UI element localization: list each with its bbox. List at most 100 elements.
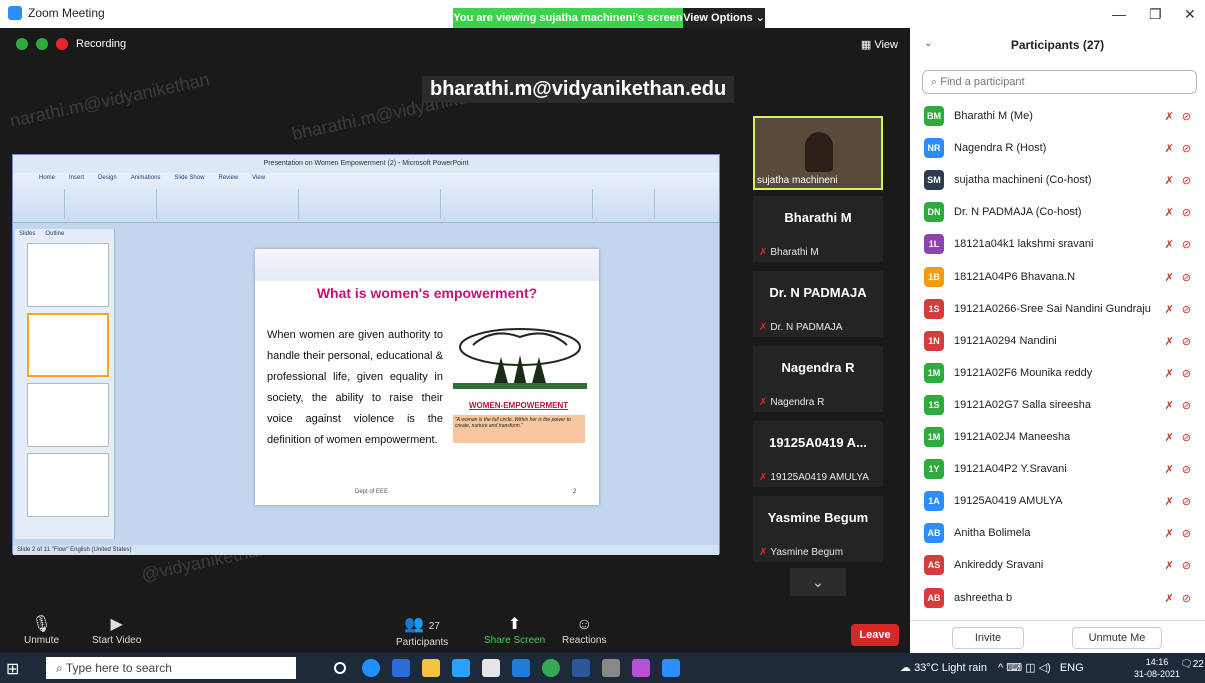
unmute-button[interactable]: 🎙 Unmute xyxy=(24,615,59,646)
unmute-me-button[interactable]: Unmute Me xyxy=(1072,627,1162,649)
minimize-icon[interactable]: — xyxy=(1112,6,1126,22)
leave-button[interactable]: Leave xyxy=(851,624,899,646)
video-tile[interactable]: Bharathi M ✗ Bharathi M xyxy=(753,196,883,262)
participant-row[interactable]: 1S 19121A0266-Sree Sai Nandini Gundraju ✗ ⊘ xyxy=(910,293,1205,325)
close-icon[interactable]: ✕ xyxy=(1184,6,1196,23)
view-options-button[interactable]: View Options ⌄ xyxy=(683,8,765,28)
outline-tab[interactable]: Outline xyxy=(45,231,64,237)
participant-row[interactable]: 1M 19121A02J4 Maneesha ✗ ⊘ xyxy=(910,421,1205,453)
ppt-workspace: Slides Outline What is women's empowerme… xyxy=(13,225,719,545)
participant-name: 19121A02J4 Maneesha xyxy=(954,431,1071,443)
reactions-button[interactable]: ☺ Reactions xyxy=(562,615,606,646)
taskbar-search-placeholder: Type here to search xyxy=(65,661,172,675)
participant-name: 19121A04P2 Y.Sravani xyxy=(954,463,1067,475)
participant-row[interactable]: AB Anitha Bolimela ✗ ⊘ xyxy=(910,517,1205,549)
ribbon-group-paragraph xyxy=(301,189,441,219)
zoom-taskbar-icon[interactable] xyxy=(662,659,680,677)
muted-mic-icon: ✗ xyxy=(759,472,768,483)
video-tile[interactable]: Yasmine Begum ✗ Yasmine Begum xyxy=(753,496,883,562)
video-name-label: sujatha machineni xyxy=(757,175,838,186)
dropbox-icon[interactable] xyxy=(392,659,410,677)
windows-start-icon[interactable]: ⊞ xyxy=(6,659,19,679)
ppt-tab-design[interactable]: Design xyxy=(98,175,117,181)
video-off-icon: ⊘ xyxy=(1181,206,1191,219)
ppt-tab-home[interactable]: Home xyxy=(39,175,55,181)
mail-icon[interactable] xyxy=(512,659,530,677)
ribbon-group-clipboard xyxy=(15,189,65,219)
participant-status-icons: ✗ ⊘ xyxy=(1165,335,1191,348)
video-tile[interactable]: Dr. N PADMAJA ✗ Dr. N PADMAJA xyxy=(753,271,883,337)
taskbar-clock[interactable]: 14:16 31-08-2021 xyxy=(1134,656,1180,680)
tray-icons[interactable]: ^ ⌨ ◫ ◁) xyxy=(998,662,1051,674)
muted-mic-icon: ✗ xyxy=(1164,463,1174,476)
edge-icon[interactable] xyxy=(362,659,380,677)
windows-taskbar: ⊞ ⌕ Type here to search ☁ 33°C Light rai… xyxy=(0,653,1205,683)
store-icon[interactable] xyxy=(482,659,500,677)
language-indicator[interactable]: ENG xyxy=(1060,662,1084,674)
chrome-icon[interactable] xyxy=(542,659,560,677)
participant-row[interactable]: DN Dr. N PADMAJA (Co-host) ✗ ⊘ xyxy=(910,196,1205,228)
participant-row[interactable]: NR Nagendra R (Host) ✗ ⊘ xyxy=(910,132,1205,164)
participant-avatar: DN xyxy=(924,202,944,222)
slide-thumbnail-selected[interactable] xyxy=(27,313,109,377)
view-label: View xyxy=(874,39,898,51)
invite-button[interactable]: Invite xyxy=(952,627,1024,649)
participants-button[interactable]: 👥 27 Participants xyxy=(396,615,448,648)
file-explorer-icon[interactable] xyxy=(422,659,440,677)
participant-row[interactable]: SM sujatha machineni (Co-host) ✗ ⊘ xyxy=(910,164,1205,196)
restore-icon[interactable]: ❐ xyxy=(1149,6,1162,23)
shared-email-badge: bharathi.m@vidyanikethan.edu xyxy=(422,76,735,103)
participant-row[interactable]: 1S 19121A02G7 Salla sireesha ✗ ⊘ xyxy=(910,389,1205,421)
share-screen-button[interactable]: ⬆ Share Screen xyxy=(484,615,545,646)
video-off-icon: ⊘ xyxy=(1181,142,1191,155)
participant-row[interactable]: 1M 19121A02F6 Mounika reddy ✗ ⊘ xyxy=(910,357,1205,389)
slide-thumbnail[interactable] xyxy=(27,453,109,517)
slides-pane-tabs: Slides Outline xyxy=(19,231,64,237)
video-off-icon: ⊘ xyxy=(1181,174,1191,187)
participant-name: ashreetha b xyxy=(954,592,1013,604)
participant-row[interactable]: 1N 19121A0294 Nandini ✗ ⊘ xyxy=(910,325,1205,357)
app-icon[interactable] xyxy=(632,659,650,677)
chevron-down-icon[interactable]: ⌄ xyxy=(790,568,846,596)
find-participant-input[interactable]: ⌕ Find a participant xyxy=(922,70,1197,94)
participant-row[interactable]: 1Y 19121A04P2 Y.Sravani ✗ ⊘ xyxy=(910,453,1205,485)
task-view-icon[interactable] xyxy=(334,662,346,674)
share-screen-label: Share Screen xyxy=(484,635,546,646)
tile-big-name: Yasmine Begum xyxy=(767,510,869,525)
slide-thumbnail[interactable] xyxy=(27,243,109,307)
start-video-button[interactable]: ▶ Start Video xyxy=(92,615,141,646)
tile-label: ✗ Bharathi M xyxy=(759,247,819,258)
paint-icon[interactable] xyxy=(602,659,620,677)
ppt-tab-view[interactable]: View xyxy=(252,175,265,181)
muted-mic-icon: ✗ xyxy=(1164,431,1174,444)
slide-thumbnail[interactable] xyxy=(27,383,109,447)
video-tile[interactable]: Nagendra R ✗ Nagendra R xyxy=(753,346,883,412)
weather-icon: ☁ xyxy=(900,662,911,674)
participant-row[interactable]: AS Ankireddy Sravani ✗ ⊘ xyxy=(910,549,1205,581)
slide-canvas[interactable]: What is women's empowerment? When women … xyxy=(255,249,599,505)
weather-text[interactable]: 33°C Light rain xyxy=(914,662,987,674)
shield-icon[interactable] xyxy=(16,38,28,50)
muted-mic-icon: ✗ xyxy=(1164,110,1174,123)
taskbar-search-input[interactable]: ⌕ Type here to search xyxy=(46,657,296,679)
word-icon[interactable] xyxy=(572,659,590,677)
lightning-app-icon[interactable] xyxy=(452,659,470,677)
ppt-tab-animations[interactable]: Animations xyxy=(131,175,161,181)
participant-row[interactable]: 1B 18121A04P6 Bhavana.N ✗ ⊘ xyxy=(910,261,1205,293)
muted-mic-icon: ✗ xyxy=(1164,335,1174,348)
participant-row[interactable]: AB ashreetha b ✗ ⊘ xyxy=(910,582,1205,614)
meeting-info-icon[interactable] xyxy=(36,38,48,50)
notification-icon[interactable]: 🗨22 xyxy=(1180,659,1204,670)
participant-row[interactable]: 1A 19125A0419 AMULYA ✗ ⊘ xyxy=(910,485,1205,517)
active-speaker-video[interactable]: sujatha machineni xyxy=(753,116,883,190)
ppt-tab-slideshow[interactable]: Slide Show xyxy=(174,175,204,181)
participant-row[interactable]: 1L 18121a04k1 lakshmi sravani ✗ ⊘ xyxy=(910,228,1205,260)
participant-avatar: AS xyxy=(924,555,944,575)
tile-big-name: Dr. N PADMAJA xyxy=(769,285,867,300)
video-tile[interactable]: 19125A0419 A... ✗ 19125A0419 AMULYA xyxy=(753,421,883,487)
ppt-tab-review[interactable]: Review xyxy=(218,175,238,181)
view-button[interactable]: ▦ View xyxy=(861,38,898,51)
participant-row[interactable]: BM Bharathi M (Me) ✗ ⊘ xyxy=(910,100,1205,132)
slides-tab[interactable]: Slides xyxy=(19,231,35,237)
ppt-tab-insert[interactable]: Insert xyxy=(69,175,84,181)
